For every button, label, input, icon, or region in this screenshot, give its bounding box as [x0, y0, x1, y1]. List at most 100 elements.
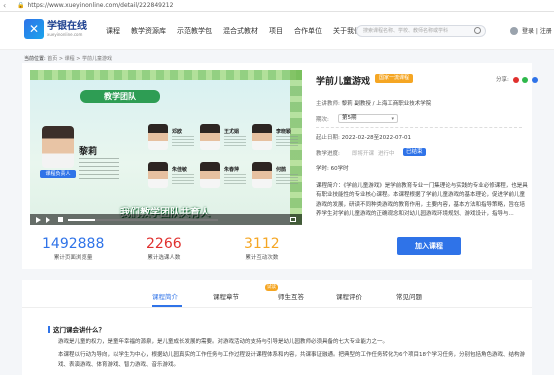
stat-value: 2266 — [146, 236, 182, 252]
join-course-button[interactable]: 加入课程 — [397, 237, 461, 255]
status-ended: 已结束 — [403, 148, 426, 156]
course-tabs-panel: 课程简介 课程章节 试读 师生互答 课程评价 常见问题 这门课会讲什么？ 游戏是… — [22, 280, 532, 375]
search-icon[interactable] — [474, 27, 481, 34]
nav-item-courses[interactable]: 课程 — [106, 26, 120, 36]
member-name: 朱佳敏 — [172, 167, 188, 173]
nav-item-partners[interactable]: 合作单位 — [294, 26, 322, 36]
play-icon[interactable] — [36, 217, 41, 223]
member-name: 何鹊 — [276, 167, 287, 173]
tab-bar: 课程简介 课程章节 试读 师生互答 课程评价 常见问题 — [22, 280, 532, 308]
section-heading: 这门课会讲什么？ — [48, 324, 105, 334]
status-key: 教学进度: — [316, 151, 340, 157]
member-name: 王尤娟 — [224, 129, 240, 135]
fullscreen-icon[interactable] — [290, 217, 296, 222]
member-photo — [148, 124, 168, 150]
login-link[interactable]: 登录 | 注册 — [510, 26, 552, 35]
member-name: 朱春萍 — [224, 167, 240, 173]
course-intro: 课程简介：《学前儿童游戏》是学前教育专业一门集理论与实践的专业必修课程，也是具有… — [316, 183, 528, 217]
period-key: 起止日期: — [316, 135, 340, 141]
member-desc — [224, 174, 246, 184]
tab-qa[interactable]: 师生互答 — [278, 291, 304, 301]
member-photo — [252, 162, 272, 188]
member-photo — [252, 124, 272, 150]
session-select[interactable]: 第5期 ▾ — [338, 114, 398, 123]
back-icon[interactable]: ‹ — [3, 1, 13, 10]
chevron-down-icon: ▾ — [391, 116, 394, 122]
nav-item-textbooks[interactable]: 混合式教材 — [223, 26, 258, 36]
tab-reviews[interactable]: 课程评价 — [336, 291, 362, 301]
lock-icon: 🔒 — [17, 2, 25, 9]
video-player[interactable]: 教学团队 课程负责人 黎莉 邓欧 王尤娟 李晓颖 朱佳敏 朱春萍 何鹊 我们教学… — [30, 70, 302, 225]
teacher-value[interactable]: 黎莉 副教授 / 上海工商职业技术学院 — [342, 101, 432, 107]
trial-badge: 试读 — [265, 284, 278, 291]
period-line: 起止日期: 2022-02-28至2022-07-01 — [316, 133, 411, 141]
stat-label: 累计页面浏览量 — [53, 255, 93, 261]
stat-value: 1492888 — [42, 236, 105, 252]
member-photo — [200, 162, 220, 188]
main-nav: 课程 教学资源库 示范教学包 混合式教材 项目 合作单位 关于我们 — [106, 26, 372, 36]
video-banner: 教学团队 — [80, 90, 160, 103]
tab-intro[interactable]: 课程简介 — [152, 291, 178, 301]
leader-name: 黎莉 — [79, 147, 98, 157]
breadcrumb: 当前位置: 首页 > 课程 > 学前儿童游戏 — [24, 55, 112, 62]
next-icon[interactable] — [46, 217, 52, 223]
tab-chapters[interactable]: 课程章节 — [213, 291, 239, 301]
nav-item-demo-packs[interactable]: 示范教学包 — [177, 26, 212, 36]
nav-item-projects[interactable]: 项目 — [269, 26, 283, 36]
stat-page-views: 1492888 累计页面浏览量 — [42, 236, 104, 261]
video-progress-bar[interactable] — [68, 219, 218, 221]
site-logo[interactable]: ✕ 学银在线 xueyinonline.com — [24, 19, 87, 39]
member-desc — [172, 136, 194, 146]
search-placeholder: 搜索课程名称、学校、教师名称或学科 — [363, 28, 449, 34]
status-upcoming: 即将开课 — [352, 151, 375, 157]
stat-value: 3112 — [244, 236, 280, 252]
login-label: 登录 | 注册 — [522, 28, 552, 35]
breadcrumb-path[interactable]: 首页 > 课程 > 学前儿童游戏 — [47, 56, 112, 62]
url-text[interactable]: https://www.xueyinonline.com/detail/2228… — [27, 2, 173, 9]
decorative-vines-side — [290, 70, 302, 225]
share-bar: 分享: — [496, 75, 539, 83]
logo-subtitle: xueyinonline.com — [47, 31, 83, 37]
member-desc — [172, 174, 194, 184]
volume-icon[interactable] — [58, 217, 63, 222]
leader-tag: 课程负责人 — [40, 170, 76, 178]
member-photo — [200, 124, 220, 150]
member-desc — [224, 136, 246, 146]
hours-line: 学时: 60学时 — [316, 166, 349, 172]
leader-photo — [42, 126, 74, 168]
member-photo — [148, 162, 168, 188]
browser-address-bar: ‹ 🔒 https://www.xueyinonline.com/detail/… — [0, 0, 554, 12]
breadcrumb-label: 当前位置: — [24, 56, 46, 62]
weibo-icon[interactable] — [512, 76, 519, 83]
course-card: 教学团队 课程负责人 黎莉 邓欧 王尤娟 李晓颖 朱佳敏 朱春萍 何鹊 我们教学… — [22, 63, 539, 269]
teacher-key: 主讲教师: — [316, 101, 340, 107]
period-value: 2022-02-28至2022-07-01 — [341, 135, 412, 141]
logo-title: 学银在线 — [47, 20, 87, 32]
video-progress-fill — [68, 219, 95, 221]
site-header: ✕ 学银在线 xueyinonline.com 课程 教学资源库 示范教学包 混… — [0, 12, 554, 50]
course-badge: 国家一流课程 — [375, 74, 414, 83]
member-name: 邓欧 — [172, 129, 183, 135]
intro-paragraph: 本课程以行动为导向，以学生为中心，根据幼儿园真实的工作任务与工作过程设计课程体系… — [58, 352, 526, 368]
session-key: 期次: — [316, 117, 329, 123]
wechat-icon[interactable] — [522, 76, 529, 83]
course-title: 学前儿童游戏 — [316, 77, 371, 87]
stat-interactions: 3112 累计互动次数 — [244, 236, 280, 261]
intro-paragraph: 游戏是儿童的权力，是童年幸福的源泉，是儿童成长发展的需要。对游戏活动的支持与引导… — [58, 339, 389, 345]
tab-faq[interactable]: 常见问题 — [396, 291, 422, 301]
stat-enrollments: 2266 累计选课人数 — [146, 236, 182, 261]
active-tab-indicator — [152, 305, 182, 307]
stat-label: 累计互动次数 — [245, 255, 279, 261]
leader-description — [79, 158, 119, 182]
nav-item-resources[interactable]: 教学资源库 — [131, 26, 166, 36]
qq-icon[interactable] — [532, 76, 539, 83]
teacher-line: 主讲教师: 黎莉 副教授 / 上海工商职业技术学院 — [316, 99, 431, 107]
divider — [316, 127, 522, 128]
stat-label: 累计选课人数 — [147, 255, 181, 261]
search-input[interactable]: 搜索课程名称、学校、教师名称或学科 — [356, 25, 486, 37]
video-controls — [30, 214, 302, 225]
member-name: 李晓颖 — [276, 129, 292, 135]
share-label: 分享: — [496, 77, 509, 83]
logo-mark-icon: ✕ — [24, 19, 44, 39]
member-desc — [276, 174, 298, 184]
